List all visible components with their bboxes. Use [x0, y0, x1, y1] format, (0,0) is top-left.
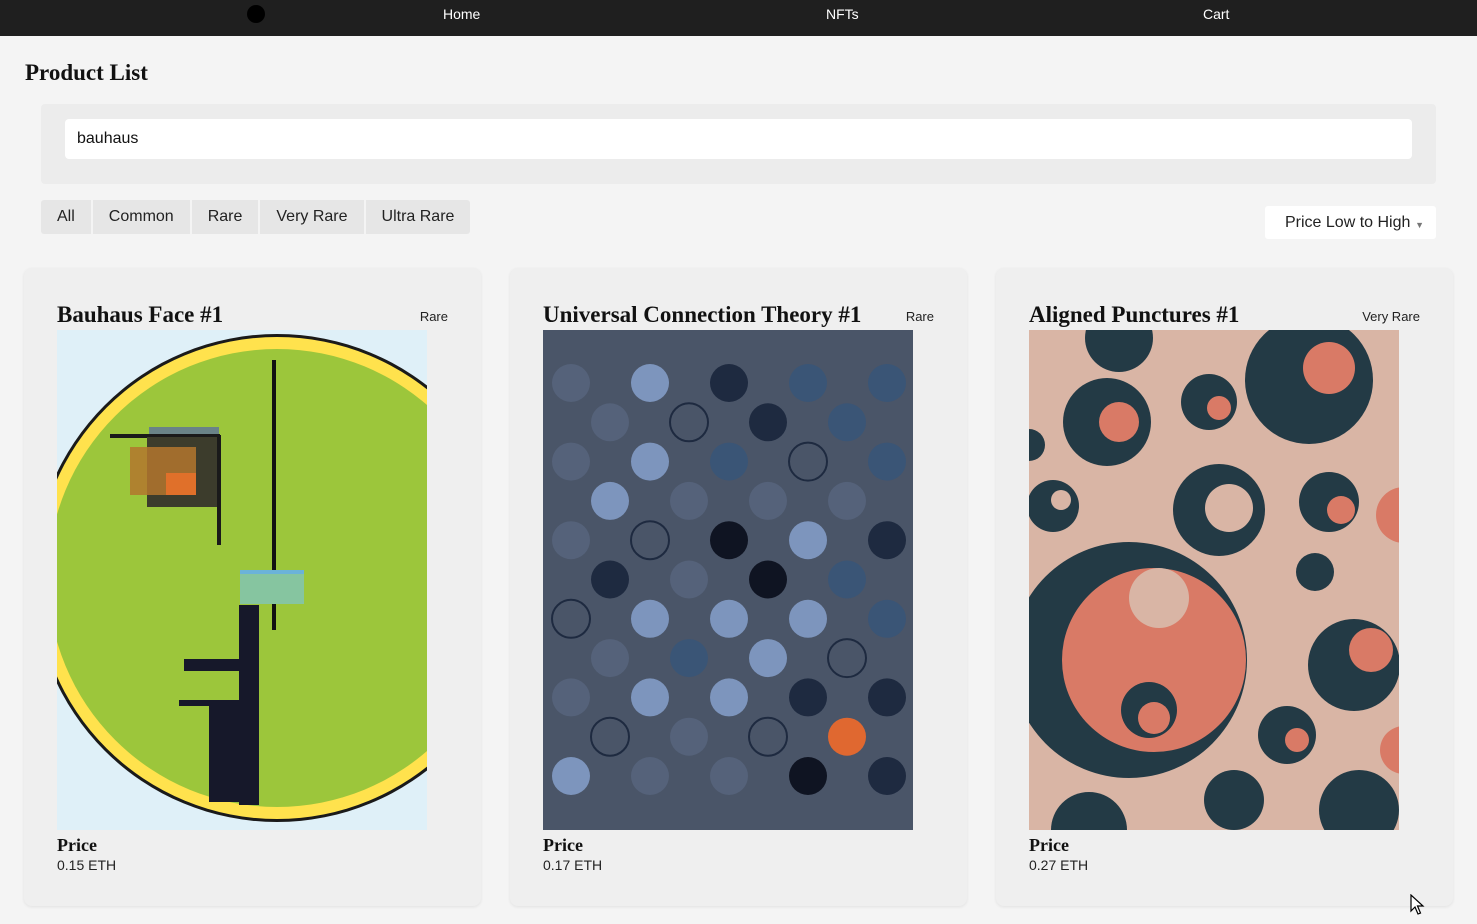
price-label: Price — [57, 835, 97, 855]
pattern-dot — [591, 481, 629, 520]
product-card[interactable]: Bauhaus Face #1 Rare Price 0.15 ETH — [24, 268, 481, 906]
sort-select[interactable]: Price Low to High ▼ — [1265, 206, 1436, 239]
mouse-cursor-icon — [1410, 894, 1425, 915]
pattern-dot — [670, 560, 708, 599]
pattern-dot — [591, 560, 629, 599]
filter-very-rare-button[interactable]: Very Rare — [260, 200, 366, 234]
pattern-dot — [631, 678, 669, 717]
pattern-dot — [631, 599, 669, 638]
pattern-dot — [749, 403, 787, 442]
pattern-dot — [710, 364, 748, 402]
filter-all-button[interactable]: All — [41, 200, 93, 234]
rarity-filter-group: All Common Rare Very Rare Ultra Rare — [41, 200, 471, 234]
pattern-dot — [591, 403, 629, 442]
pattern-dot — [789, 364, 827, 402]
price-label: Price — [543, 835, 583, 855]
nav-link-cart[interactable]: Cart — [1203, 6, 1229, 22]
pattern-dot — [789, 599, 827, 638]
universal-connection-artwork — [543, 330, 913, 830]
pattern-dot — [868, 442, 906, 481]
search-panel — [41, 104, 1436, 184]
pattern-dot — [789, 678, 827, 717]
pattern-dot — [670, 481, 708, 520]
pattern-dot — [828, 403, 866, 442]
rarity-badge: Very Rare — [1362, 309, 1420, 324]
top-nav: Home NFTs Cart — [0, 0, 1477, 36]
page-title: Product List — [25, 60, 148, 85]
product-image[interactable] — [1029, 330, 1399, 830]
pattern-dot — [789, 757, 827, 795]
product-title[interactable]: Bauhaus Face #1 — [57, 302, 223, 328]
pattern-dot — [552, 442, 590, 481]
price-label: Price — [1029, 835, 1069, 855]
sort-selected-label: Price Low to High — [1285, 213, 1411, 231]
pattern-dot — [552, 364, 590, 402]
product-image[interactable] — [57, 330, 427, 830]
product-card[interactable]: Universal Connection Theory #1 Rare Pric… — [510, 268, 967, 906]
pattern-dot — [631, 442, 669, 481]
pattern-dot — [828, 481, 866, 520]
pattern-dot — [749, 481, 787, 520]
pattern-dot — [749, 639, 787, 678]
rarity-badge: Rare — [905, 309, 934, 324]
pattern-dot — [552, 521, 590, 560]
logo-icon[interactable] — [247, 5, 265, 23]
price-value: 0.27 ETH — [1029, 857, 1089, 873]
pattern-dot — [710, 678, 748, 717]
pattern-dot — [552, 757, 590, 795]
product-title[interactable]: Universal Connection Theory #1 — [543, 302, 861, 328]
pattern-dot — [868, 678, 906, 717]
pattern-dot — [710, 521, 748, 560]
pattern-dot — [670, 717, 708, 756]
product-image[interactable] — [543, 330, 913, 830]
pattern-dot — [868, 521, 906, 560]
pattern-dot — [828, 560, 866, 599]
aligned-punctures-artwork — [1029, 330, 1399, 830]
nav-link-nfts[interactable]: NFTs — [826, 6, 859, 22]
pattern-dot — [868, 599, 906, 638]
price-value: 0.15 ETH — [57, 857, 117, 873]
pattern-dot — [828, 717, 866, 756]
pattern-dot — [710, 442, 748, 481]
filter-rare-button[interactable]: Rare — [192, 200, 261, 234]
product-card[interactable]: Aligned Punctures #1 Very Rare Price 0.2… — [996, 268, 1453, 906]
pattern-dot — [631, 364, 669, 402]
rarity-badge: Rare — [419, 309, 448, 324]
pattern-dot — [868, 757, 906, 795]
search-input[interactable] — [65, 119, 1412, 159]
pattern-dot — [591, 639, 629, 678]
pattern-dot — [749, 560, 787, 599]
bauhaus-face-artwork — [57, 330, 427, 830]
product-title[interactable]: Aligned Punctures #1 — [1029, 302, 1239, 328]
pattern-dot — [710, 757, 748, 795]
pattern-dot — [789, 521, 827, 560]
pattern-dot — [868, 364, 906, 402]
filter-ultra-rare-button[interactable]: Ultra Rare — [366, 200, 471, 234]
price-value: 0.17 ETH — [543, 857, 603, 873]
chevron-down-icon: ▼ — [1415, 220, 1424, 230]
filter-common-button[interactable]: Common — [93, 200, 192, 234]
nav-link-home[interactable]: Home — [443, 6, 480, 22]
pattern-dot — [670, 639, 708, 678]
pattern-dot — [631, 757, 669, 795]
pattern-dot — [552, 678, 590, 717]
pattern-dot — [710, 599, 748, 638]
